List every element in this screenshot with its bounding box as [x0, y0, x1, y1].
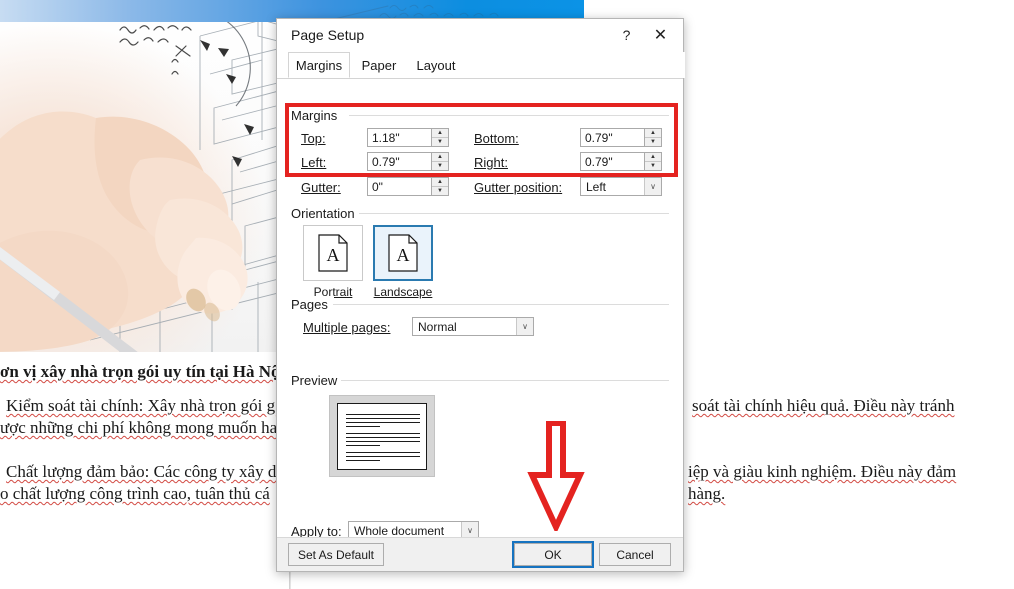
architectural-sketch-illustration: [0, 1, 290, 352]
preview-page: [337, 402, 427, 470]
label-gutter-position: Gutter position:: [474, 180, 563, 195]
label-gutter: Gutter:: [301, 180, 341, 195]
orientation-portrait-button[interactable]: A: [303, 225, 363, 281]
tabstrip: Margins Paper Layout: [277, 52, 685, 78]
group-label-preview: Preview: [291, 373, 344, 388]
preview-thumbnail: [329, 395, 435, 477]
chevron-down-icon[interactable]: ∨: [644, 178, 661, 195]
red-pointer-arrow-icon: [527, 421, 585, 531]
group-rule-orientation: [359, 213, 669, 214]
tab-margins[interactable]: Margins: [288, 52, 350, 78]
doc-line: Chất lượng đảm bảo: Các công ty xây d: [6, 462, 277, 481]
screen: ơn vị xây nhà trọn gói uy tín tại Hà Nộ …: [0, 0, 1014, 589]
select-multiple-pages-value: Normal: [418, 320, 457, 334]
select-multiple-pages[interactable]: Normal ∨: [412, 317, 534, 336]
tab-paper[interactable]: Paper: [354, 52, 404, 78]
orientation-landscape-label: Landscape: [373, 285, 433, 299]
doc-line: Kiểm soát tài chính: Xây nhà trọn gói g: [6, 396, 276, 415]
spin-up-icon[interactable]: ▲: [432, 178, 448, 187]
group-rule-pages: [333, 304, 669, 305]
input-gutter-value: 0": [372, 180, 383, 194]
dialog-footer: Set As Default OK Cancel: [277, 537, 683, 571]
ok-button[interactable]: OK: [512, 541, 594, 568]
spin-down-icon[interactable]: ▼: [432, 187, 448, 195]
portrait-page-icon: A: [318, 234, 348, 272]
svg-text:A: A: [397, 245, 410, 265]
group-rule-preview: [341, 380, 669, 381]
spinner-gutter[interactable]: ▲ ▼: [431, 178, 448, 195]
help-icon[interactable]: ?: [610, 19, 643, 51]
doc-line: iệp và giàu kinh nghiệm. Điều này đảm: [688, 462, 957, 481]
doc-line: ược những chi phí không mong muốn ha: [0, 418, 278, 437]
doc-line: soát tài chính hiệu quả. Điều này tránh: [692, 396, 955, 415]
svg-text:A: A: [327, 245, 340, 265]
doc-heading: ơn vị xây nhà trọn gói uy tín tại Hà Nộ: [0, 362, 280, 381]
chevron-down-icon[interactable]: ∨: [516, 318, 533, 335]
doc-line: hàng.: [688, 484, 726, 503]
dialog-title: Page Setup: [291, 27, 365, 43]
select-gutter-position[interactable]: Left ∨: [580, 177, 662, 196]
set-as-default-button[interactable]: Set As Default: [288, 543, 384, 566]
page-setup-dialog: Page Setup ? ✕ Margins Paper Layout Marg…: [276, 18, 685, 572]
doc-line: o chất lượng công trình cao, tuân thủ cá: [0, 484, 270, 503]
landscape-page-icon: A: [388, 234, 418, 272]
tab-layout[interactable]: Layout: [408, 52, 464, 78]
margins-highlight-rectangle: [285, 103, 678, 177]
background-photo: [0, 0, 290, 352]
dialog-titlebar: Page Setup ? ✕: [277, 19, 683, 52]
close-icon[interactable]: ✕: [644, 19, 677, 51]
cancel-button[interactable]: Cancel: [599, 543, 671, 566]
group-label-orientation: Orientation: [291, 206, 361, 221]
select-gutter-position-value: Left: [586, 180, 607, 194]
label-multiple-pages: Multiple pages:: [303, 320, 391, 335]
group-label-pages: Pages: [291, 297, 334, 312]
orientation-landscape-button[interactable]: A: [373, 225, 433, 281]
input-gutter[interactable]: 0" ▲ ▼: [367, 177, 449, 196]
